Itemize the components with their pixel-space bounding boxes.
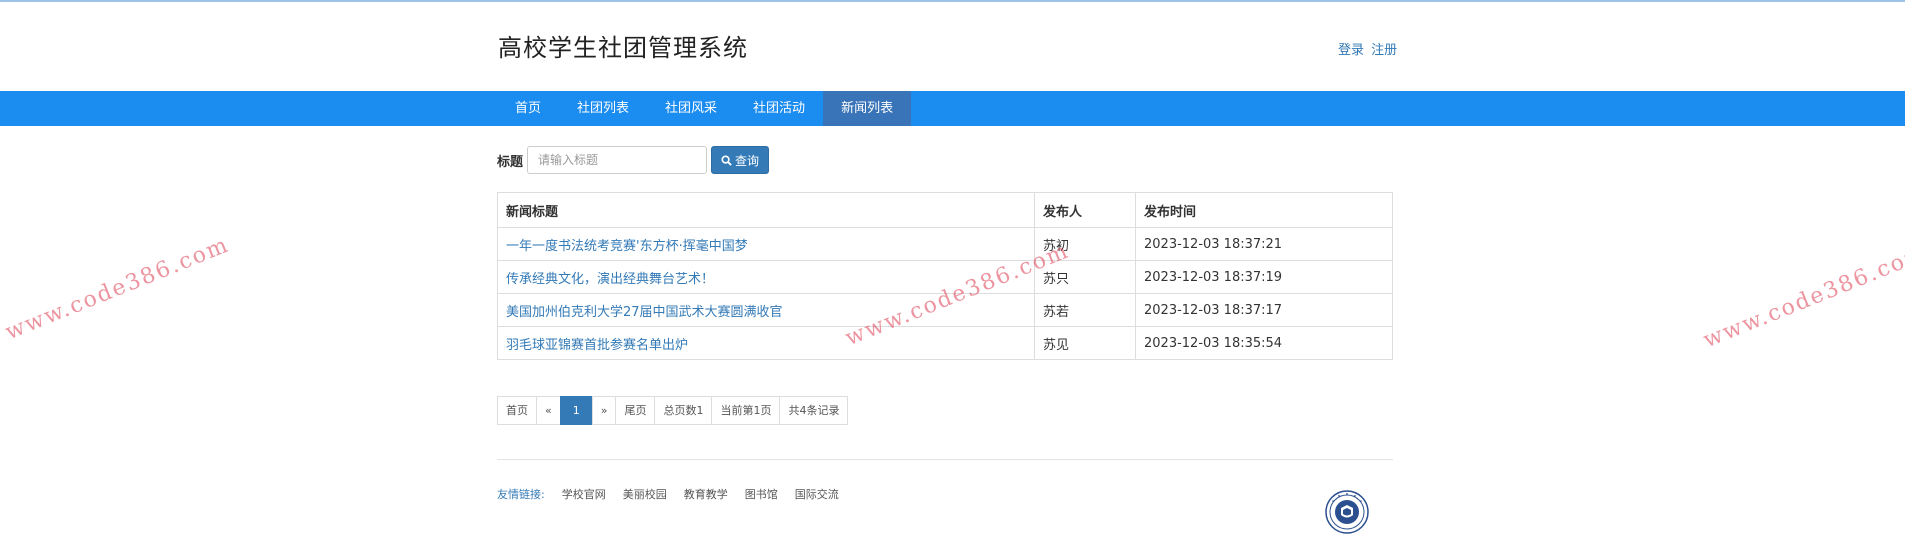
news-title-link[interactable]: 一年一度书法统考竞赛'东方杯·挥毫中国梦 — [506, 239, 748, 254]
search-bar: 标题 查询 — [497, 145, 770, 175]
next-page-button[interactable]: » — [591, 396, 617, 425]
nav-item-club-activities[interactable]: 社团活动 — [735, 91, 823, 126]
search-label: 标题 — [497, 154, 524, 170]
publish-time-cell: 2023-12-03 18:37:21 — [1135, 227, 1393, 261]
column-header-time: 发布时间 — [1135, 192, 1393, 228]
footer-link-international[interactable]: 国际交流 — [795, 486, 839, 502]
footer-link-library[interactable]: 图书馆 — [745, 486, 778, 502]
column-header-title: 新闻标题 — [497, 192, 1035, 228]
search-icon — [721, 154, 732, 166]
footer-divider — [497, 459, 1393, 460]
table-row: 一年一度书法统考竞赛'东方杯·挥毫中国梦 苏初 2023-12-03 18:37… — [497, 227, 1393, 261]
nav-item-club-showcase[interactable]: 社团风采 — [647, 91, 735, 126]
current-page-info: 当前第1页 — [711, 396, 781, 425]
footer-link-education[interactable]: 教育教学 — [684, 486, 728, 502]
nav-menu: 首页 社团列表 社团风采 社团活动 新闻列表 — [497, 91, 912, 126]
search-button[interactable]: 查询 — [711, 146, 770, 174]
last-page-button[interactable]: 尾页 — [615, 396, 656, 425]
search-button-label: 查询 — [735, 153, 760, 168]
news-title-link[interactable]: 羽毛球亚锦赛首批参赛名单出炉 — [506, 338, 688, 353]
pagination: 首页 « 1 » 尾页 总页数1 当前第1页 共4条记录 — [497, 396, 849, 425]
nav-item-home[interactable]: 首页 — [497, 91, 559, 126]
total-pages-info: 总页数1 — [654, 396, 713, 425]
news-title-link[interactable]: 美国加州伯克利大学27届中国武术大赛圆满收官 — [506, 305, 783, 320]
header: 高校学生社团管理系统 登录 注册 — [0, 2, 1905, 90]
nav-item-club-list[interactable]: 社团列表 — [559, 91, 647, 126]
watermark-right: www.code386.com — [1700, 240, 1905, 354]
navbar: 首页 社团列表 社团风采 社团活动 新闻列表 — [0, 91, 1905, 126]
watermark-left: www.code386.com — [2, 232, 233, 346]
friendly-links-title: 友情链接: — [497, 488, 545, 501]
footer-link-school-site[interactable]: 学校官网 — [562, 486, 606, 502]
prev-page-button[interactable]: « — [536, 396, 561, 425]
publish-time-cell: 2023-12-03 18:35:54 — [1135, 326, 1393, 360]
table-row: 羽毛球亚锦赛首批参赛名单出炉 苏见 2023-12-03 18:35:54 — [497, 326, 1393, 360]
publisher-cell: 苏若 — [1034, 293, 1136, 327]
table-header-row: 新闻标题 发布人 发布时间 — [497, 192, 1393, 228]
news-title-link[interactable]: 传承经典文化，演出经典舞台艺术！ — [506, 272, 714, 287]
friendly-links: 友情链接: 学校官网 美丽校园 教育教学 图书馆 国际交流 — [497, 486, 856, 502]
current-page-button[interactable]: 1 — [559, 396, 593, 425]
news-table: 新闻标题 发布人 发布时间 一年一度书法统考竞赛'东方杯·挥毫中国梦 苏初 20… — [497, 192, 1393, 360]
publish-time-cell: 2023-12-03 18:37:19 — [1135, 260, 1393, 294]
publish-time-cell: 2023-12-03 18:37:17 — [1135, 293, 1393, 327]
total-records-info: 共4条记录 — [779, 396, 849, 425]
school-emblem-icon — [1325, 490, 1369, 534]
site-title: 高校学生社团管理系统 — [498, 34, 748, 62]
footer-link-campus[interactable]: 美丽校园 — [623, 486, 667, 502]
first-page-button[interactable]: 首页 — [497, 396, 537, 425]
auth-links: 登录 注册 — [1338, 39, 1397, 58]
register-link[interactable]: 注册 — [1371, 43, 1397, 58]
column-header-publisher: 发布人 — [1034, 192, 1136, 228]
nav-item-news-list[interactable]: 新闻列表 — [823, 91, 912, 126]
title-search-input[interactable] — [527, 146, 708, 174]
publisher-cell: 苏见 — [1034, 326, 1136, 360]
login-link[interactable]: 登录 — [1338, 43, 1364, 58]
